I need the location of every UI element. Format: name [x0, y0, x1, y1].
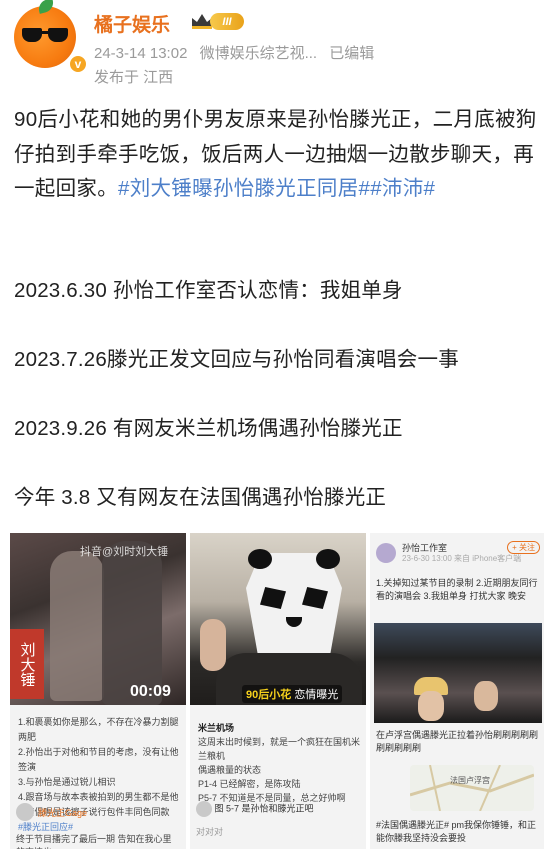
post-image-1[interactable]: 刘大锤 抖音@刘时刘大锤 00:09 1.和裹裹如你是那么，不存在冷暴力割腿两肥… [10, 533, 186, 849]
avatar [16, 803, 34, 821]
map-roads-icon [409, 764, 535, 812]
hashtag-link[interactable]: #沛沛# [370, 177, 435, 200]
screenshot-text: #法国偶遇滕光正# pm我保你锤锤，和正能你滕我坚持没会要投 [376, 820, 537, 843]
timeline-item: 2023.6.30 孙怡工作室否认恋情：我姐单身 [14, 279, 403, 302]
reply-text: 终于节目播完了最后一期 告知在我心里的事情也 [16, 834, 172, 849]
avatar [196, 801, 212, 817]
reply-text: 图 5-7 是孙怡和滕光正吧 [214, 803, 314, 814]
photo-caption: 90后小花 恋情曝光 [242, 685, 343, 703]
crowd-photo [374, 623, 542, 723]
edited-label[interactable]: 已编辑 [329, 45, 374, 62]
vip-level: III [210, 13, 244, 30]
screenshot-reply: 对对对 [196, 827, 224, 837]
avatar[interactable]: v [14, 0, 88, 74]
avatar [376, 543, 396, 563]
person-figure [102, 541, 162, 705]
caption-text: 恋情曝光 [294, 689, 339, 701]
face [474, 681, 498, 711]
caption-highlight: 90后小花 [246, 689, 292, 701]
panda-ear [316, 549, 340, 569]
screenshot-reply: 滕光正Gage 终于节目播完了最后一期 告知在我心里的事情也 [16, 803, 180, 849]
post-timestamp: 24-3-14 13:02 [94, 45, 188, 62]
post-header: v 橘子娱乐 III 24-3-14 13:02 微博娱乐综艺视... 已编辑 … [0, 0, 552, 96]
timeline-item: 2023.9.26 有网友米兰机场偶遇孙怡滕光正 [14, 417, 403, 440]
orange-leaf-icon [36, 0, 56, 14]
video-duration: 00:09 [130, 683, 171, 700]
verified-badge-icon: v [68, 54, 88, 74]
map-thumbnail: 法国卢浮宫 [409, 764, 535, 812]
sunglasses-icon [22, 28, 68, 42]
screenshot-line: 3.与孙怡是通过锐儿相识 [18, 777, 116, 787]
follow-button: + 关注 [507, 541, 540, 554]
hand [200, 619, 226, 671]
face [418, 691, 444, 721]
screenshot-line: 2.孙怡出于对他和节目的考虑，没有让他签演 [18, 747, 179, 772]
post-source[interactable]: 微博娱乐综艺视... [200, 45, 318, 62]
post-time: 23-6-30 13:00 来自 iPhone客户端 [402, 554, 522, 563]
screenshot-line: 1.和裹裹如你是那么，不存在冷暴力割腿两肥 [18, 717, 179, 742]
screenshot-text: 在卢浮宫偶遇滕光正拉着孙怡刷刷刷刷刷刷刷刷刷刷 [376, 730, 539, 753]
map-label: 法国卢浮宫 [450, 776, 490, 785]
screenshot-text: 1.关掉知过某节目的录制 2.近期朋友同行看的演唱会 3.我姐单身 打扰大家 晚… [376, 578, 538, 601]
post-image-2[interactable]: 90后小花 恋情曝光 米兰机场 这周末出时候到，就是一个疯狂在国机米兰粮机 偶遇… [190, 533, 366, 849]
hashtag-link[interactable]: #刘大锤曝孙怡滕光正同居# [118, 177, 370, 200]
screenshot-title: 米兰机场 [198, 723, 235, 733]
channel-sign: 刘大锤 [10, 629, 44, 699]
screenshot-line: P1-4 已经解密，是陈攻陆 [198, 779, 301, 789]
screenshot-text: 米兰机场 这周末出时候到，就是一个疯狂在国机米兰粮机 偶遇粮量的状态 P1-4 … [198, 721, 360, 805]
screenshot-line: 这周末出时候到，就是一个疯狂在国机米兰粮机 [198, 737, 361, 761]
post-location: 发布于 江西 [94, 69, 174, 86]
post-body: 90后小花和她的男仆男友原来是孙怡滕光正，二月底被狗仔拍到手牵手吃饭，饭后两人一… [14, 103, 542, 207]
person-figure [50, 551, 104, 701]
screenshot-line: 偶遇粮量的状态 [198, 765, 262, 775]
reply-name: 滕光正Gage [38, 807, 88, 818]
post-image-3[interactable]: 孙怡工作室 23-6-30 13:00 来自 iPhone客户端 + 关注 1.… [370, 533, 544, 849]
panda-ear [248, 549, 272, 569]
screenshot-reply: 图 5-7 是孙怡和滕光正吧 [196, 801, 314, 817]
user-name[interactable]: 橘子娱乐 [94, 10, 170, 37]
watermark: 抖音@刘时刘大锤 [80, 546, 169, 558]
vip-badge[interactable]: III [190, 10, 246, 32]
timeline-item: 2023.7.26滕光正发文回应与孙怡同看演唱会一事 [14, 348, 459, 371]
post-meta: 24-3-14 13:02 微博娱乐综艺视... 已编辑 [94, 42, 382, 63]
timeline-item: 今年 3.8 又有网友在法国偶遇孙怡滕光正 [14, 486, 387, 509]
screenshot-header: 孙怡工作室 23-6-30 13:00 来自 iPhone客户端 + 关注 [376, 539, 540, 573]
